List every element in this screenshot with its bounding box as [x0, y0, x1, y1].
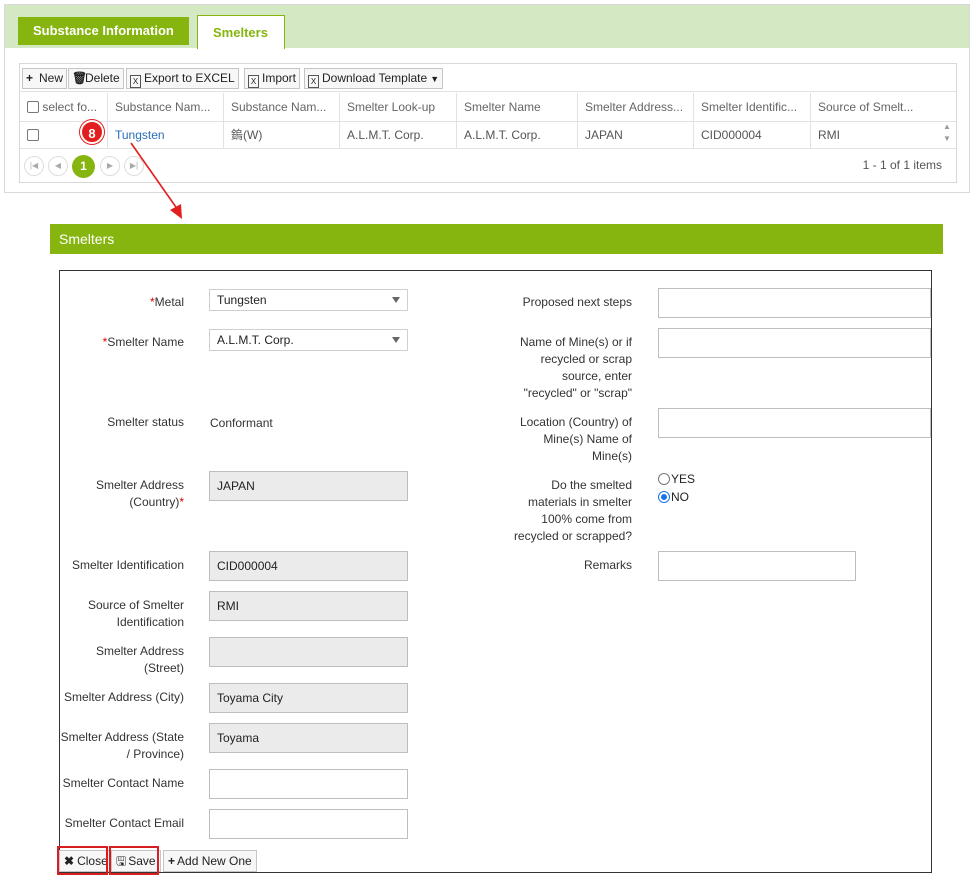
pager: |◀ ◀ 1 ▶ ▶| 1 - 1 of 1 items [20, 155, 956, 178]
chevron-down-icon [392, 337, 400, 343]
grid-toolbar: + New 🗑Delete X Export to EXCEL X Import XD… [20, 64, 956, 92]
smelter-contact-name-label: Smelter Contact Name [62, 776, 184, 790]
recycled-no-radio[interactable]: NO [658, 490, 689, 504]
radio-checked-icon [658, 491, 670, 503]
mine-location-input[interactable] [658, 408, 931, 438]
substance-name-local-cell: 鎢(W) [223, 122, 339, 149]
smelter-address-street-field[interactable] [209, 637, 408, 667]
tab-smelters[interactable]: Smelters [197, 15, 285, 49]
column-header-substance-name[interactable]: Substance Nam... [107, 93, 223, 121]
smelters-section-header: Smelters [50, 224, 943, 254]
smelter-address-country-field[interactable]: JAPAN [209, 471, 408, 501]
smelter-address-country-label: Smelter Address (Country)* [95, 478, 184, 509]
import-button[interactable]: X Import [244, 68, 301, 89]
recycled-question-label: Do the smelted materials in smelter 100% c… [513, 478, 632, 543]
plus-icon: + [26, 71, 34, 85]
first-page-icon[interactable]: |◀ [24, 156, 44, 176]
smelter-address-street-label: Smelter Address (Street) [95, 644, 184, 675]
metal-select[interactable]: Tungsten [209, 289, 408, 311]
export-excel-button[interactable]: X Export to EXCEL [126, 68, 239, 89]
scroll-down-icon[interactable]: ▼ [938, 133, 956, 145]
radio-unchecked-icon [658, 473, 670, 485]
caret-down-icon: ▼ [430, 74, 440, 84]
smelter-name-label: *Smelter Name [102, 335, 184, 349]
select-all-checkbox[interactable] [27, 101, 39, 113]
smelter-address-state-field[interactable]: Toyama [209, 723, 408, 753]
step-callout-badge: 8 [80, 120, 104, 144]
proposed-next-steps-input[interactable] [658, 288, 931, 318]
mine-name-label: Name of Mine(s) or if recycled or scrap so… [519, 335, 632, 400]
smelter-status-value: Conformant [210, 416, 273, 430]
plus-icon: + [168, 854, 176, 868]
scroll-up-icon[interactable]: ▲ [938, 121, 956, 133]
remarks-input[interactable] [658, 551, 856, 581]
tabstrip: Substance Information Smelters [5, 5, 969, 49]
smelter-address-cell: JAPAN [577, 122, 693, 149]
mine-name-input[interactable] [658, 328, 931, 358]
smelter-address-city-field[interactable]: Toyama City [209, 683, 408, 713]
tab-substance-information[interactable]: Substance Information [18, 17, 189, 45]
table-row[interactable]: Tungsten 鎢(W) A.L.M.T. Corp. A.L.M.T. Co… [20, 121, 956, 149]
column-header-smelter-lookup[interactable]: Smelter Look-up [339, 93, 456, 121]
save-button-highlight [109, 846, 159, 875]
smelter-address-state-label: Smelter Address (State / Province) [60, 730, 184, 761]
pager-info: 1 - 1 of 1 items [862, 158, 942, 172]
smelter-lookup-cell: A.L.M.T. Corp. [339, 122, 456, 149]
new-button[interactable]: + New [22, 68, 68, 89]
smelters-grid: + New 🗑Delete X Export to EXCEL X Import XD… [19, 63, 957, 183]
smelter-contact-email-input[interactable] [209, 809, 408, 839]
download-template-button[interactable]: X Download Template ▼ [304, 68, 444, 89]
smelter-contact-email-label: Smelter Contact Email [64, 816, 184, 830]
source-of-smelter-identification-field[interactable]: RMI [209, 591, 408, 621]
excel-icon: X [248, 75, 259, 88]
close-button-highlight [57, 846, 108, 875]
source-of-smelter-identification-label: Source of Smelter Identification [87, 598, 184, 629]
row-checkbox[interactable] [27, 129, 39, 141]
substance-name-link[interactable]: Tungsten [107, 122, 223, 149]
column-header-select[interactable]: select fo... [20, 93, 107, 121]
chevron-down-icon [392, 297, 400, 303]
proposed-next-steps-label: Proposed next steps [522, 295, 632, 309]
source-of-smelter-cell: RMI [810, 122, 936, 149]
next-page-icon[interactable]: ▶ [100, 156, 120, 176]
column-header-smelter-address[interactable]: Smelter Address... [577, 93, 693, 121]
excel-icon: X [308, 75, 319, 88]
column-header-substance-name-local[interactable]: Substance Nam... [223, 93, 339, 121]
smelter-identification-label: Smelter Identification [71, 558, 184, 572]
add-new-one-button[interactable]: + Add New One [163, 850, 257, 872]
page-number-current[interactable]: 1 [72, 155, 95, 178]
mine-location-label: Location (Country) of Mine(s) Name of Mine… [519, 415, 632, 463]
smelter-name-select[interactable]: A.L.M.T. Corp. [209, 329, 408, 351]
smelter-name-cell: A.L.M.T. Corp. [456, 122, 577, 149]
column-header-smelter-name[interactable]: Smelter Name [456, 93, 577, 121]
vertical-scrollbar[interactable]: ▲ ▼ [938, 121, 956, 149]
recycled-yes-radio[interactable]: YES [658, 472, 695, 486]
previous-page-icon[interactable]: ◀ [48, 156, 68, 176]
smelter-status-label: Smelter status [107, 415, 184, 429]
smelter-identification-cell: CID000004 [693, 122, 810, 149]
smelter-contact-name-input[interactable] [209, 769, 408, 799]
substance-panel: Substance Information Smelters + New 🗑Del… [4, 4, 970, 193]
last-page-icon[interactable]: ▶| [124, 156, 144, 176]
excel-icon: X [130, 75, 141, 88]
metal-label: *Metal [149, 295, 184, 309]
column-header-smelter-identification[interactable]: Smelter Identific... [693, 93, 810, 121]
trash-icon: 🗑 [72, 71, 88, 85]
smelter-address-city-label: Smelter Address (City) [63, 690, 184, 704]
smelter-identification-field[interactable]: CID000004 [209, 551, 408, 581]
column-header-source-of-smelter[interactable]: Source of Smelt... [810, 93, 936, 121]
delete-button[interactable]: 🗑Delete [68, 68, 124, 89]
remarks-label: Remarks [583, 558, 632, 572]
